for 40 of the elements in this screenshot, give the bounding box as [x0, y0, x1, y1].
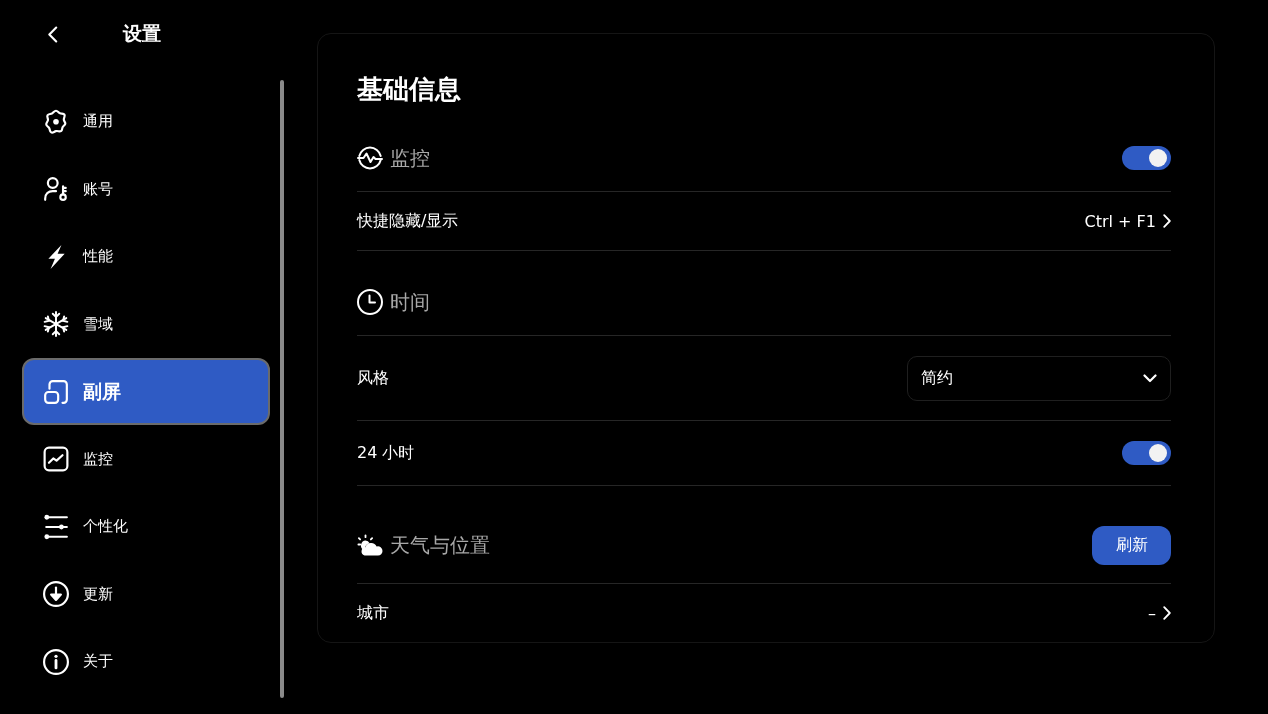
setting-link[interactable]: Ctrl + F1 — [1084, 211, 1171, 231]
scrollbar[interactable] — [280, 80, 284, 698]
chart-icon — [43, 446, 69, 472]
sidebar-item[interactable]: 性能 — [22, 223, 270, 290]
partly-cloudy-icon — [357, 532, 383, 558]
sidebar-item[interactable]: 更新 — [22, 560, 270, 628]
chevron-down-icon — [1143, 373, 1157, 383]
sidebar-item[interactable]: 账号 — [22, 155, 270, 223]
pulse-icon — [357, 145, 383, 171]
setting-label: 快捷隐藏/显示 — [357, 210, 459, 232]
user-key-icon — [43, 176, 69, 202]
settings-title: 设置 — [123, 21, 161, 46]
setting-link[interactable]: – — [1148, 603, 1171, 623]
panel-title: 基础信息 — [357, 73, 462, 106]
chevron-right-icon — [1163, 606, 1171, 620]
sidebar-item[interactable]: 通用 — [22, 88, 270, 155]
setting-label: 24 小时 — [357, 442, 415, 464]
toggle-switch[interactable] — [1122, 146, 1171, 170]
screens-icon — [43, 378, 69, 405]
section-title: 监控 — [390, 144, 430, 172]
chevron-left-icon — [46, 25, 58, 43]
setting-label: 风格 — [357, 367, 389, 389]
sidebar-item[interactable]: 雪域 — [22, 290, 270, 358]
sidebar-item[interactable]: 关于 — [22, 628, 270, 695]
clock-icon — [357, 289, 383, 315]
snowflake-icon — [43, 311, 69, 337]
section-title: 天气与位置 — [390, 531, 490, 559]
sidebar-item[interactable]: 个性化 — [22, 493, 270, 560]
toggle-switch[interactable] — [1122, 441, 1171, 465]
section-title: 时间 — [390, 288, 430, 316]
settings-icon — [43, 108, 69, 135]
setting-label: 城市 — [357, 602, 389, 624]
style-dropdown[interactable]: 简约 — [907, 355, 1171, 401]
info-icon — [43, 648, 69, 675]
chevron-right-icon — [1163, 214, 1171, 228]
refresh-button[interactable]: 刷新 — [1092, 525, 1171, 565]
download-icon — [43, 581, 69, 607]
sidebar-item[interactable]: 副屏 — [22, 358, 270, 425]
sidebar-item[interactable]: 监控 — [22, 425, 270, 493]
sliders-icon — [43, 513, 69, 540]
